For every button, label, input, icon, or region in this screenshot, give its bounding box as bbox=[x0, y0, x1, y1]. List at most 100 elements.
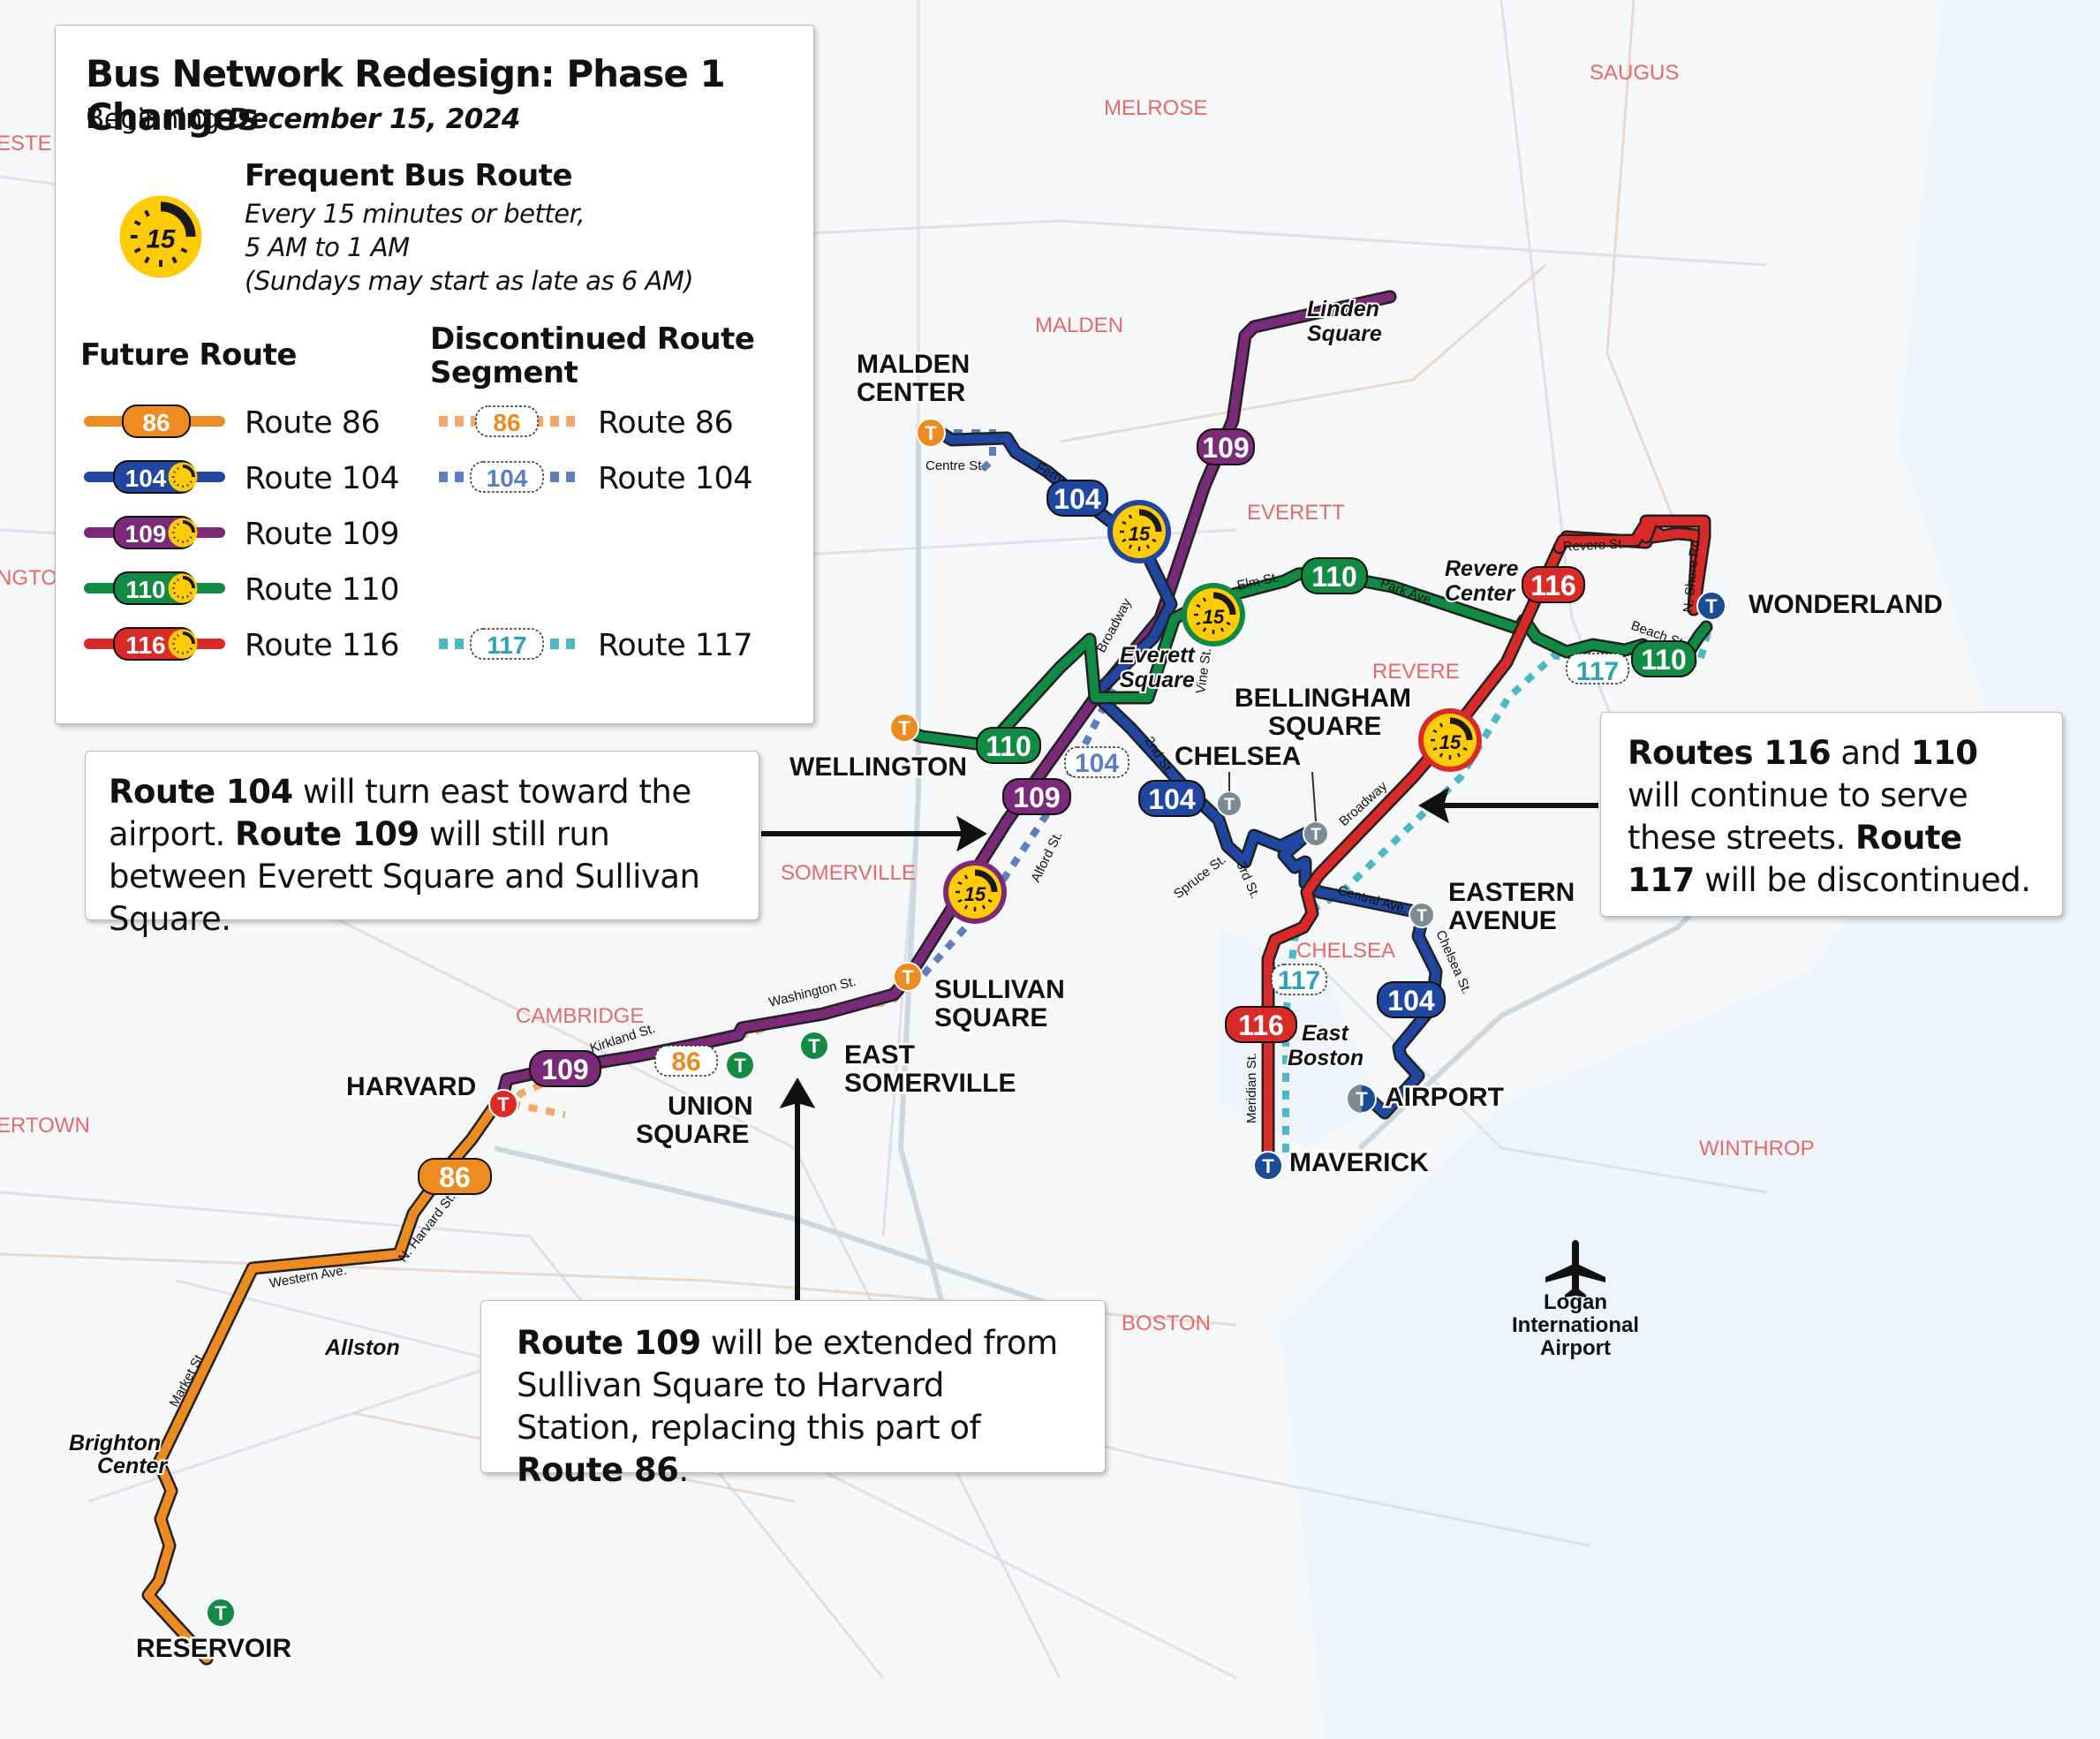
label-logan-3: Airport bbox=[1540, 1336, 1611, 1360]
station-chelsea[interactable]: T bbox=[1216, 790, 1243, 817]
legend-future-104: 104 bbox=[84, 460, 225, 494]
svg-text:110: 110 bbox=[125, 576, 165, 603]
svg-text:T: T bbox=[902, 966, 914, 988]
svg-text:116: 116 bbox=[125, 631, 165, 659]
svg-text:T: T bbox=[925, 422, 937, 444]
svg-text:117: 117 bbox=[1576, 657, 1619, 686]
label-malden-center: MALDEN bbox=[857, 350, 970, 379]
town-saugus: SAUGUS bbox=[1590, 61, 1679, 85]
label-eastern-avenue-2: AVENUE bbox=[1448, 906, 1557, 935]
svg-text:15: 15 bbox=[964, 883, 986, 905]
svg-text:T: T bbox=[1356, 1088, 1368, 1110]
label-everett-square: Everett bbox=[1120, 643, 1196, 668]
discontinued-heading: Discontinued Route Segment bbox=[430, 321, 755, 390]
station-airport[interactable]: T bbox=[1347, 1084, 1377, 1114]
svg-text:117: 117 bbox=[1278, 966, 1320, 995]
station-wellington[interactable]: T bbox=[889, 713, 919, 743]
svg-text:T: T bbox=[1416, 907, 1427, 926]
legend-future-104-label: Route 104 bbox=[245, 461, 400, 496]
legend-future-86: 86 bbox=[84, 405, 225, 438]
label-wellington: WELLINGTON bbox=[789, 752, 967, 782]
legend-future-109: 109 bbox=[84, 516, 225, 549]
discontinued-route-symbols: 86 104 117 bbox=[439, 405, 577, 660]
label-revere-center: Revere bbox=[1445, 556, 1518, 581]
callout-104-bold-1: Route 104 bbox=[109, 773, 293, 811]
svg-text:117: 117 bbox=[487, 631, 526, 659]
label-linden-square: Linden bbox=[1307, 297, 1379, 321]
badge-110-park: 110 bbox=[1301, 557, 1368, 594]
frequent-desc-1: Every 15 minutes or better, bbox=[245, 199, 585, 229]
svg-text:109: 109 bbox=[1013, 782, 1060, 813]
svg-text:T: T bbox=[497, 1093, 510, 1115]
badge-109-north: 109 bbox=[1197, 428, 1255, 465]
svg-text:86: 86 bbox=[493, 409, 520, 436]
callout-117-bold-1: Routes 116 bbox=[1628, 734, 1832, 772]
callout-117-text-3: will be discontinued. bbox=[1694, 861, 2031, 899]
subtitle-date: December 15, 2024 bbox=[227, 103, 521, 135]
town-partial-1: ESTE bbox=[0, 132, 52, 155]
legend-future-110-label: Route 110 bbox=[245, 572, 400, 608]
station-reservoir[interactable]: T bbox=[206, 1598, 236, 1628]
badge-116-meridian: 116 bbox=[1225, 1006, 1297, 1043]
callout-104-bold-2: Route 109 bbox=[235, 815, 419, 853]
station-maverick[interactable]: T bbox=[1253, 1151, 1283, 1181]
svg-text:15: 15 bbox=[147, 224, 176, 253]
badge-86-discontinued: 86 bbox=[654, 1045, 718, 1077]
callout-117-text-1: and bbox=[1831, 734, 1911, 772]
svg-text:109: 109 bbox=[125, 520, 167, 548]
svg-text:110: 110 bbox=[1311, 561, 1357, 593]
map-subtitle: Beginning December 15, 2024 bbox=[86, 103, 520, 135]
svg-text:15: 15 bbox=[1203, 606, 1225, 628]
label-malden-center-2: CENTER bbox=[857, 378, 966, 407]
callout-route-104: Route 104 will turn east toward the airp… bbox=[85, 751, 759, 938]
label-chelsea: CHELSEA bbox=[1175, 742, 1301, 771]
station-harvard[interactable]: T bbox=[488, 1089, 518, 1119]
legend-future-110: 110 bbox=[84, 571, 225, 605]
station-malden-center[interactable]: T bbox=[916, 418, 946, 448]
svg-text:116: 116 bbox=[1238, 1009, 1284, 1041]
label-bellingham-2: SQUARE bbox=[1268, 712, 1381, 741]
label-eastern-avenue: EASTERN bbox=[1448, 878, 1575, 907]
legend-panel: Bus Network Redesign: Phase 1 Changes Be… bbox=[55, 25, 814, 724]
callout-route-109: Route 109 will be extended from Sullivan… bbox=[480, 1300, 1106, 1489]
town-malden: MALDEN bbox=[1035, 314, 1123, 337]
station-union-square[interactable]: T bbox=[725, 1050, 755, 1080]
badge-104-ferry: 104 bbox=[1046, 480, 1108, 517]
svg-text:110: 110 bbox=[986, 730, 1031, 762]
label-everett-square-2: Square bbox=[1120, 668, 1195, 692]
future-route-heading: Future Route bbox=[80, 337, 297, 373]
frequent-icon-109: 15 bbox=[943, 860, 1007, 924]
badge-104-discontinued: 104 bbox=[1064, 746, 1129, 778]
svg-text:15: 15 bbox=[1129, 523, 1151, 545]
badge-109-somerville: 109 bbox=[1002, 778, 1071, 815]
svg-text:15: 15 bbox=[1439, 731, 1462, 753]
station-east-somerville[interactable]: T bbox=[799, 1031, 829, 1061]
legend-future-86-label: Route 86 bbox=[245, 405, 381, 441]
label-union-square: UNION bbox=[668, 1092, 753, 1121]
label-east-somerville-2: SOMERVILLE bbox=[844, 1069, 1016, 1098]
station-sullivan[interactable]: T bbox=[893, 962, 923, 992]
badge-109-kirkland: 109 bbox=[529, 1050, 601, 1087]
station-bellingham-square[interactable]: T bbox=[1303, 820, 1329, 847]
badge-117-chelsea: 117 bbox=[1271, 964, 1327, 995]
svg-text:T: T bbox=[898, 717, 910, 739]
svg-text:109: 109 bbox=[541, 1054, 588, 1085]
label-revere-center-2: Center bbox=[1445, 581, 1515, 606]
future-route-symbols: 86 104 109 110 116 bbox=[84, 405, 225, 661]
badge-104-chelsea: 104 bbox=[1138, 780, 1205, 817]
street-centre: Centre St. bbox=[925, 458, 986, 473]
svg-text:110: 110 bbox=[1641, 644, 1687, 676]
station-eastern-avenue[interactable]: T bbox=[1409, 902, 1435, 928]
frequent-icon-104: 15 bbox=[1107, 500, 1171, 563]
legend-future-116-label: Route 116 bbox=[245, 628, 400, 663]
svg-text:104: 104 bbox=[1148, 783, 1196, 815]
label-brighton-center-2: Center bbox=[97, 1454, 168, 1478]
town-melrose: MELROSE bbox=[1104, 96, 1207, 120]
label-allston: Allston bbox=[324, 1335, 400, 1360]
badge-116-revere: 116 bbox=[1522, 566, 1585, 603]
label-maverick: MAVERICK bbox=[1289, 1148, 1429, 1177]
svg-text:104: 104 bbox=[1054, 483, 1101, 515]
station-wonderland[interactable]: T bbox=[1696, 591, 1726, 621]
label-linden-square-2: Square bbox=[1307, 321, 1382, 346]
svg-text:104: 104 bbox=[1075, 749, 1119, 778]
